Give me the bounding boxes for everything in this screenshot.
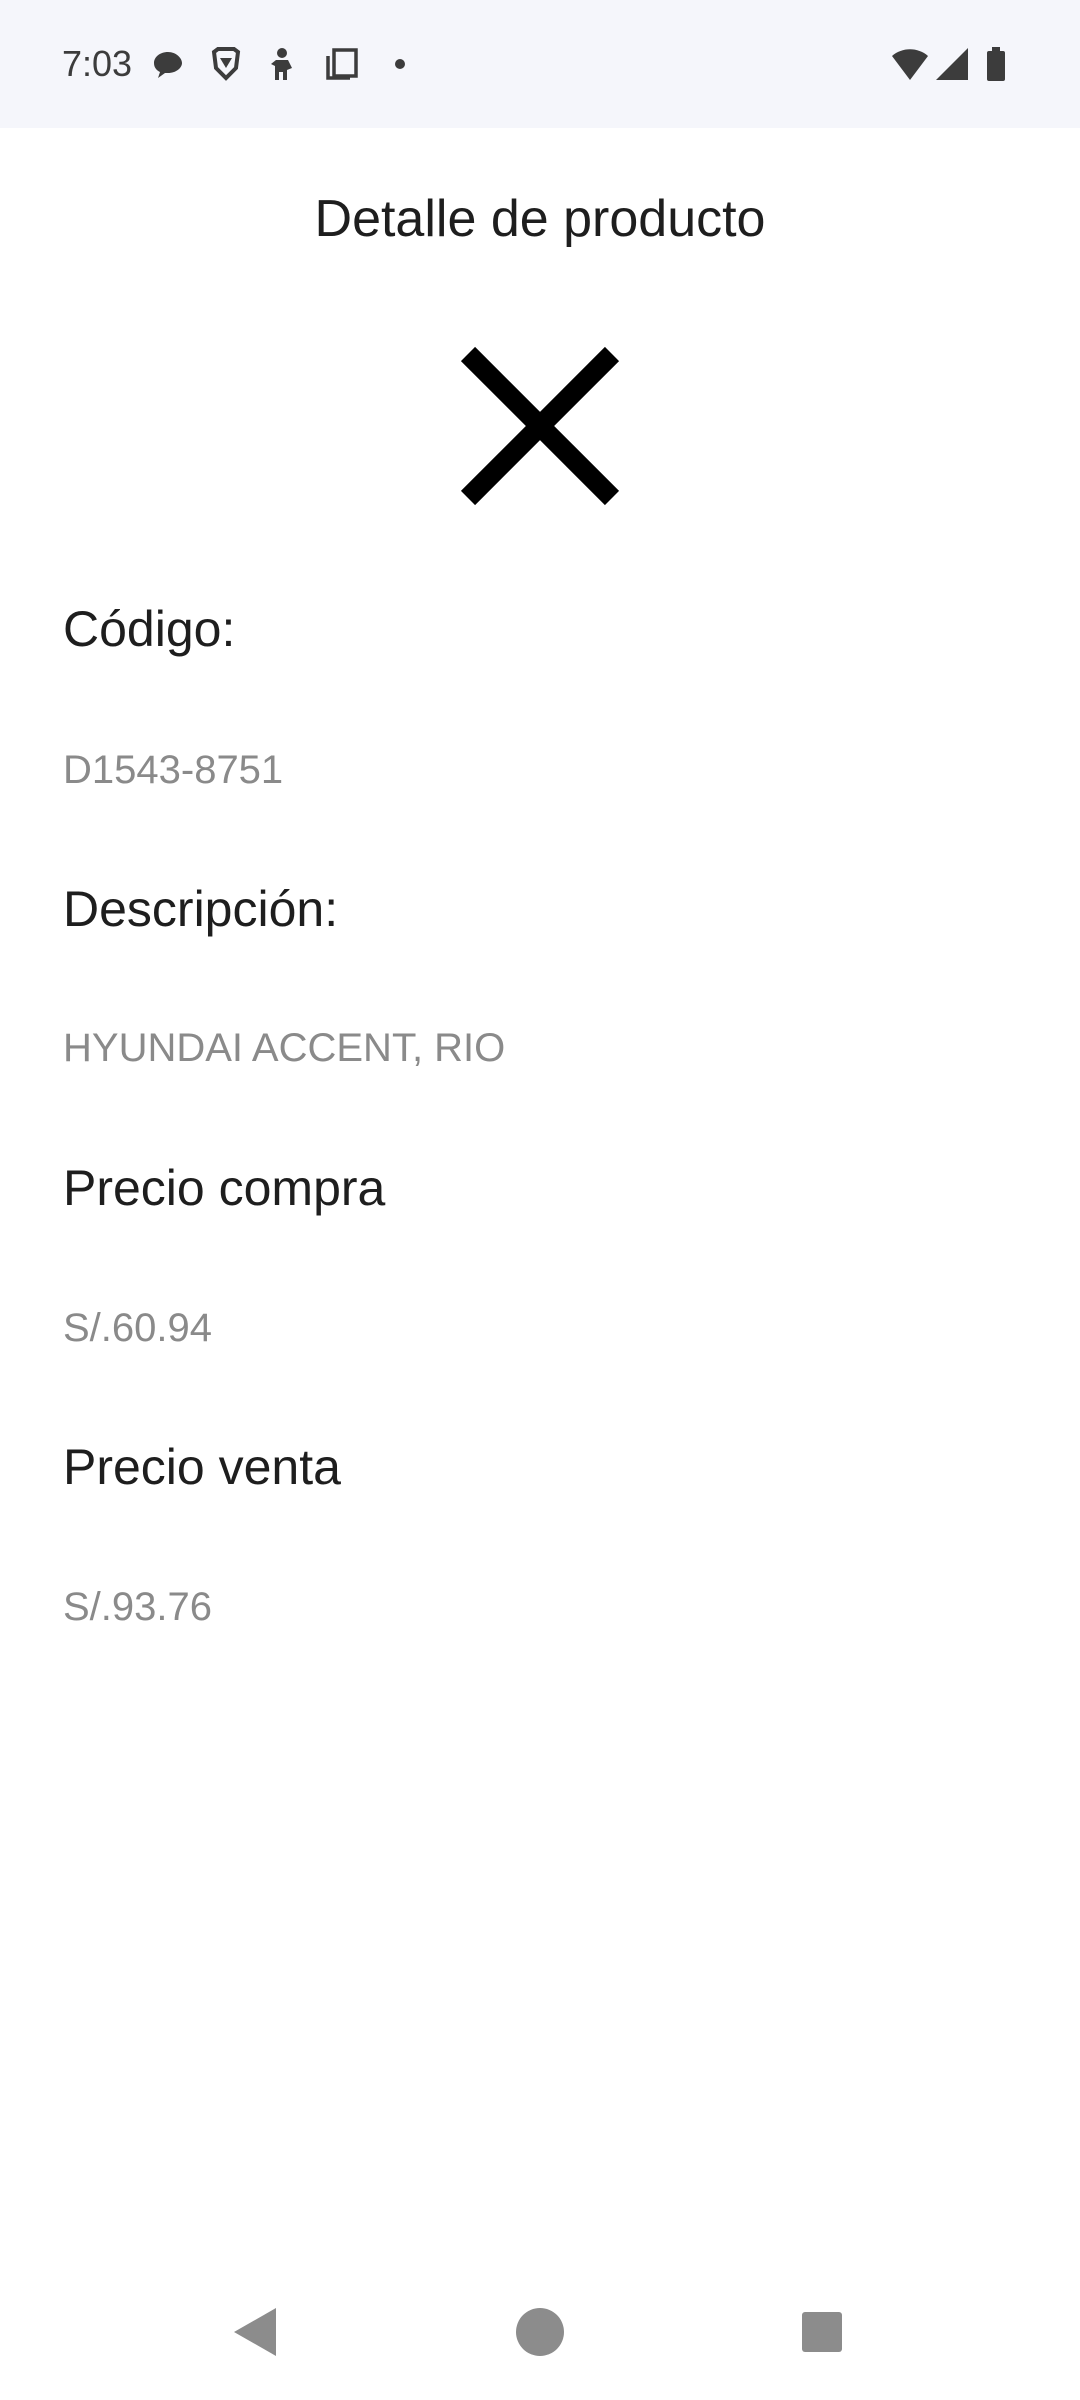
- battery-icon: [976, 44, 1016, 84]
- status-time: 7:03: [62, 43, 133, 84]
- dot-icon: [380, 44, 420, 84]
- precio-venta-value: S/.93.76: [63, 1585, 213, 1629]
- wifi-icon: [890, 44, 930, 84]
- home-icon[interactable]: [502, 2294, 578, 2370]
- precio-compra-value: S/.60.94: [63, 1306, 213, 1350]
- screen: 7:03 Detalle de producto Código: D1543-8…: [0, 0, 1080, 2400]
- copy-icon: [322, 44, 362, 84]
- figure-icon: [264, 44, 304, 84]
- navigation-bar: [0, 2262, 1080, 2400]
- close-icon[interactable]: [456, 342, 624, 510]
- brave-lion-icon: [206, 44, 246, 84]
- descripcion-value: HYUNDAI ACCENT, RIO: [63, 1026, 506, 1070]
- precio-venta-label: Precio venta: [63, 1439, 341, 1495]
- back-icon[interactable]: [218, 2294, 294, 2370]
- descripcion-label: Descripción:: [63, 881, 339, 937]
- codigo-label: Código:: [63, 601, 236, 657]
- precio-compra-label: Precio compra: [63, 1160, 386, 1216]
- page-title: Detalle de producto: [314, 190, 766, 248]
- chat-bubble-icon: [148, 44, 188, 84]
- cellular-signal-icon: [932, 44, 972, 84]
- status-bar: 7:03: [0, 0, 1080, 128]
- codigo-value: D1543-8751: [63, 748, 284, 792]
- recents-icon[interactable]: [784, 2294, 860, 2370]
